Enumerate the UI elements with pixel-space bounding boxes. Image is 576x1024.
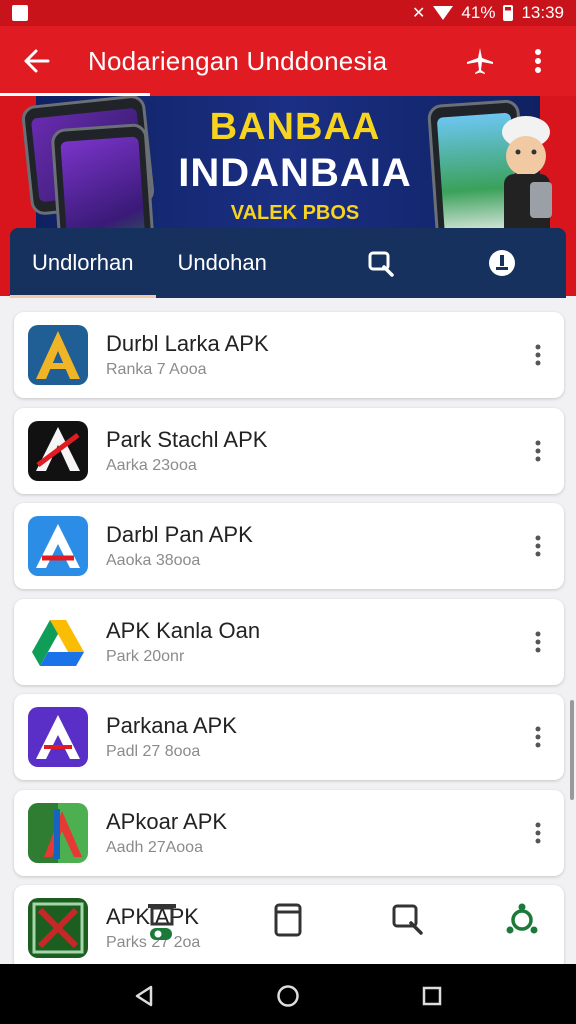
list-item[interactable]: Darbl Pan APK Aaoka 38ooa (14, 503, 564, 589)
app-name: Darbl Pan APK (106, 522, 253, 547)
item-menu-button[interactable] (518, 803, 558, 863)
app-subtitle: Aaoka 38ooa (106, 552, 201, 569)
a-logo-purple-icon (28, 707, 88, 767)
item-menu-button[interactable] (518, 516, 558, 576)
a-logo-green-red-icon (28, 802, 88, 863)
app-name: Park Stachl APK (106, 426, 268, 452)
banner-line1: BANBAA (209, 106, 381, 148)
list-item[interactable]: Parkana APK Padl 27 8ooa (14, 694, 564, 780)
drive-triangle-icon (28, 611, 88, 672)
search-nav-icon[interactable] (386, 898, 430, 942)
a-logo-blue-icon (28, 516, 88, 576)
app-subtitle: Park 20onr (106, 647, 185, 665)
system-nav-bar (0, 964, 576, 1024)
a-logo-yellow-blue-icon (28, 325, 88, 385)
banner-line3: VALEK PBOS (230, 202, 360, 224)
tab-bar: Undlorhan Undohan (10, 228, 566, 298)
app-subtitle: Ranka 7 Aooa (106, 361, 207, 378)
app-subtitle: Aarka 23ooa (106, 456, 197, 474)
app-name: Parkana APK (106, 713, 237, 738)
item-menu-button[interactable] (518, 612, 558, 672)
list-item[interactable]: Durbl Larka APK Ranka 7 Aooa (14, 312, 564, 398)
document-icon[interactable] (266, 898, 310, 942)
list-item[interactable]: APkoar APK Aadh 27Aooa (14, 789, 564, 876)
search-icon[interactable] (347, 228, 417, 298)
list-item[interactable]: Park Stachl APK Aarka 23ooa (14, 407, 564, 494)
scrollbar[interactable] (570, 700, 574, 800)
settings-nodes-icon[interactable] (500, 898, 544, 942)
battery-icon (503, 5, 514, 21)
item-menu-button[interactable] (518, 707, 558, 767)
status-bar: ✕ 41% 13:39 (0, 0, 576, 26)
back-triangle-icon[interactable] (124, 976, 164, 1016)
wifi-icon (433, 6, 454, 20)
app-name: Durbl Larka APK (106, 331, 269, 356)
recents-square-icon[interactable] (412, 976, 452, 1016)
page-title: Nodariengan Unddonesia (88, 45, 388, 76)
more-menu-button[interactable] (518, 41, 558, 81)
a-logo-black-red-icon (28, 420, 88, 481)
signal-text: 41% (461, 3, 496, 22)
app-subtitle: Aadh 27Aooa (106, 838, 203, 856)
clock: 13:39 (521, 3, 564, 22)
trash-icon[interactable] (140, 898, 184, 942)
bottom-nav (0, 876, 576, 966)
home-circle-icon[interactable] (268, 976, 308, 1016)
notification-icon (12, 5, 28, 21)
app-name: APK Kanla Oan (106, 617, 261, 643)
tab-undohan[interactable]: Undohan (156, 228, 289, 298)
back-arrow-icon[interactable] (18, 43, 54, 79)
airplane-icon[interactable] (460, 41, 500, 81)
tab-undlorhan[interactable]: Undlorhan (10, 228, 156, 298)
app-subtitle: Padl 27 8ooa (106, 743, 201, 760)
item-menu-button[interactable] (518, 421, 558, 481)
banner-line2: INDANBAIA (178, 151, 412, 195)
app-name: APkoar APK (106, 808, 228, 834)
list-item[interactable]: APK Kanla Oan Park 20onr (14, 598, 564, 685)
mute-icon: ✕ (412, 5, 426, 22)
app-bar: Nodariengan Unddonesia (0, 26, 576, 96)
item-menu-button[interactable] (518, 325, 558, 385)
banner-headline: BANBAA INDANBAIA VALEK PBOS (150, 106, 440, 225)
info-circle-icon[interactable] (467, 228, 537, 298)
